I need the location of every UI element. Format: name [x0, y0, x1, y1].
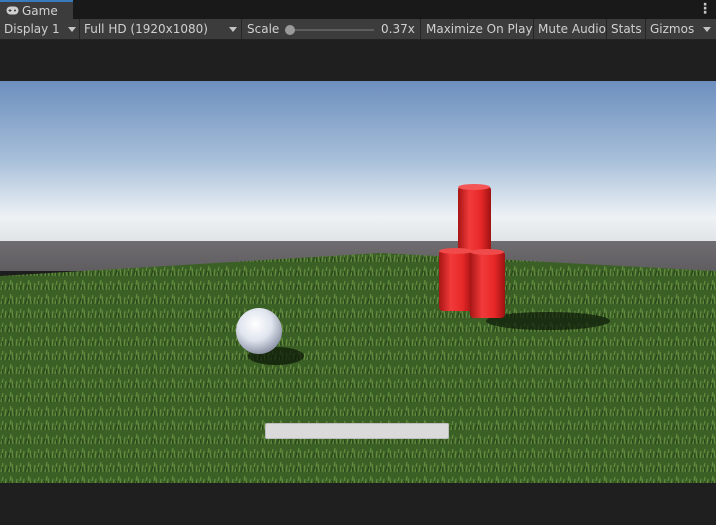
- gizmos-dropdown[interactable]: Gizmos: [650, 19, 694, 39]
- toolbar-divider: [241, 19, 242, 39]
- scale-slider-track[interactable]: [290, 29, 374, 31]
- resolution-dropdown-label: Full HD (1920x1080): [84, 22, 208, 36]
- tab-bar: Game ⋮: [0, 0, 716, 19]
- gizmos-label: Gizmos: [650, 22, 695, 36]
- letterbox-top: [0, 40, 716, 81]
- gamepad-icon: [6, 4, 22, 18]
- game-viewport[interactable]: [0, 81, 716, 483]
- scale-label-text: Scale: [247, 22, 280, 36]
- toolbar-divider: [606, 19, 607, 39]
- toolbar-divider: [533, 19, 534, 39]
- resolution-dropdown[interactable]: Full HD (1920x1080): [84, 19, 240, 39]
- kebab-menu-icon[interactable]: ⋮: [698, 1, 712, 17]
- chevron-down-icon: [229, 27, 237, 32]
- scale-value: 0.37x: [381, 19, 415, 39]
- maximize-on-play-label: Maximize On Play: [426, 22, 533, 36]
- toolbar-divider: [79, 19, 80, 39]
- scale-value-text: 0.37x: [381, 22, 415, 36]
- tab-game-label: Game: [22, 3, 58, 18]
- chevron-down-icon: [68, 27, 76, 32]
- chevron-down-icon: [703, 27, 711, 32]
- scale-slider-thumb[interactable]: [285, 25, 295, 35]
- toolbar-divider: [420, 19, 421, 39]
- tab-game[interactable]: Game: [0, 0, 73, 19]
- maximize-on-play-toggle[interactable]: Maximize On Play: [426, 19, 533, 39]
- toolbar-divider: [645, 19, 646, 39]
- display-dropdown[interactable]: Display 1: [4, 19, 78, 39]
- ui-progress-bar: [265, 423, 449, 439]
- sky: [0, 81, 716, 256]
- display-dropdown-label: Display 1: [4, 22, 60, 36]
- mute-audio-label: Mute Audio: [538, 22, 606, 36]
- letterbox-bottom: [0, 483, 716, 525]
- scale-label: Scale: [247, 19, 279, 39]
- stats-toggle[interactable]: Stats: [611, 19, 642, 39]
- mute-audio-toggle[interactable]: Mute Audio: [538, 19, 606, 39]
- white-sphere: [236, 308, 282, 354]
- stats-label: Stats: [611, 22, 642, 36]
